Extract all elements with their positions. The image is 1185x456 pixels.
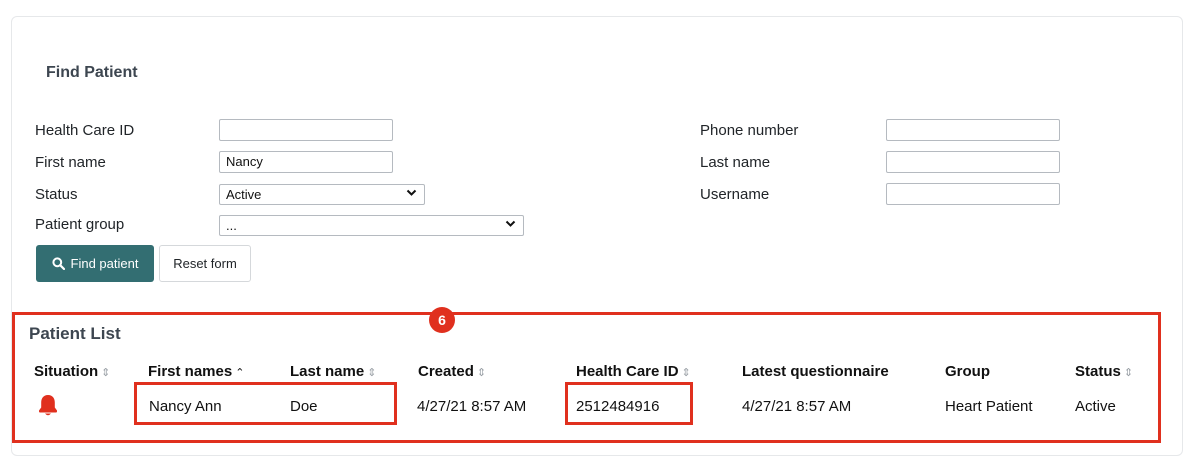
patient-group-label: Patient group <box>35 216 125 233</box>
patient-group-select-value: ... <box>226 218 237 233</box>
patient-list-title: Patient List <box>29 324 121 343</box>
find-patient-title: Find Patient <box>46 64 138 81</box>
find-patient-button[interactable]: Find patient <box>36 245 154 282</box>
status-label: Status <box>35 186 78 203</box>
status-select[interactable]: Active <box>219 184 425 205</box>
column-header-label: Latest questionnaire <box>742 363 889 380</box>
cell-status: Active <box>1075 398 1116 415</box>
column-header-latest-questionnaire: Latest questionnaire <box>742 363 889 380</box>
annotation-badge: 6 <box>429 307 455 333</box>
column-header-created[interactable]: Created ⇕ <box>418 363 486 380</box>
reset-form-button[interactable]: Reset form <box>159 245 251 282</box>
find-patient-button-label: Find patient <box>70 256 139 271</box>
health-care-id-input[interactable] <box>219 119 393 141</box>
column-header-last-name[interactable]: Last name ⇕ <box>290 363 376 380</box>
patient-group-select[interactable]: ... <box>219 215 524 236</box>
health-care-id-label: Health Care ID <box>35 122 135 139</box>
first-name-input[interactable]: Nancy <box>219 151 393 173</box>
column-header-label: Status <box>1075 363 1121 380</box>
username-input[interactable] <box>886 183 1060 205</box>
sort-icon: ⇕ <box>681 367 691 379</box>
cell-group: Heart Patient <box>945 398 1033 415</box>
column-header-label: Situation <box>34 363 99 380</box>
phone-number-label: Phone number <box>700 122 799 139</box>
first-name-label: First name <box>35 154 106 171</box>
column-header-health-care-id[interactable]: Health Care ID ⇕ <box>576 363 691 380</box>
bell-icon <box>39 395 57 416</box>
username-label: Username <box>700 186 770 203</box>
column-header-status[interactable]: Status ⇕ <box>1075 363 1133 380</box>
annotation-name-box <box>134 382 397 425</box>
sort-icon: ⇕ <box>101 367 111 379</box>
column-header-first-names[interactable]: First names ⌃ <box>148 363 244 380</box>
column-header-situation[interactable]: Situation ⇕ <box>34 363 110 380</box>
sort-icon: ⇕ <box>476 367 487 379</box>
chevron-down-icon <box>505 220 516 227</box>
phone-number-input[interactable] <box>886 119 1060 141</box>
column-header-label: Health Care ID <box>576 363 679 380</box>
cell-latest-questionnaire: 4/27/21 8:57 AM <box>742 398 852 415</box>
annotation-health-care-id-box <box>565 382 693 425</box>
column-header-label: First names <box>148 363 233 380</box>
column-header-label: Last name <box>290 363 365 380</box>
last-name-input[interactable] <box>886 151 1060 173</box>
cell-created: 4/27/21 8:57 AM <box>417 398 527 415</box>
sort-ascending-icon: ⌃ <box>235 367 245 379</box>
column-header-group: Group <box>945 363 990 380</box>
reset-form-button-label: Reset form <box>173 256 237 271</box>
column-header-label: Group <box>945 363 990 380</box>
last-name-label: Last name <box>700 154 771 171</box>
search-icon <box>51 257 65 270</box>
sort-icon: ⇕ <box>367 367 377 379</box>
sort-icon: ⇕ <box>1123 367 1134 379</box>
chevron-down-icon <box>406 189 417 196</box>
status-select-value: Active <box>226 187 262 202</box>
column-header-label: Created <box>418 363 474 380</box>
